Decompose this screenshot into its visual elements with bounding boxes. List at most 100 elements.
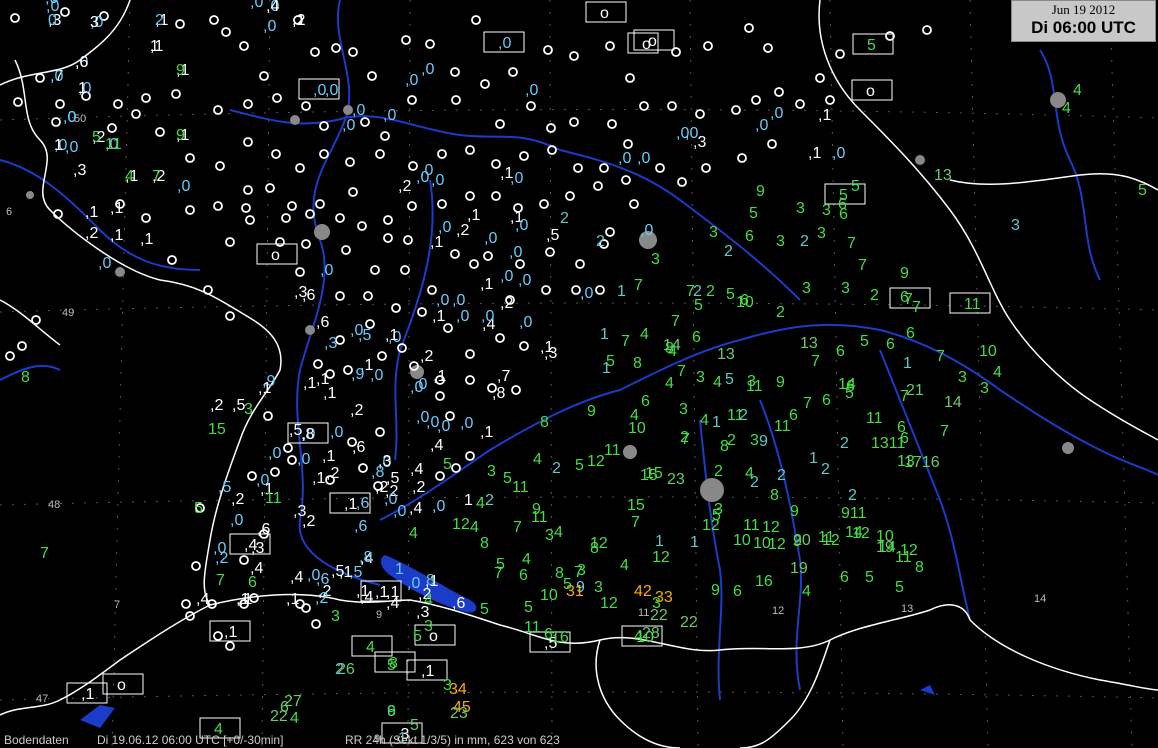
station-value: 19 — [876, 539, 894, 556]
city-5 — [915, 155, 925, 165]
station-value: 4 — [125, 168, 134, 185]
station-value: 6 — [733, 583, 742, 600]
station-value: 11 — [866, 410, 883, 427]
station-value: 5 — [860, 333, 869, 350]
station-value: 4 — [533, 451, 542, 468]
lat-label-47: 47 — [36, 693, 48, 705]
station-value: ,0 — [65, 139, 78, 156]
station-value: 7 — [803, 395, 812, 412]
station-value: 3 — [545, 527, 554, 544]
station-value: ,1 — [312, 470, 325, 487]
station-value: ,0 — [518, 272, 531, 289]
station-value: ,0 — [420, 162, 433, 179]
station-value: 11 — [265, 490, 282, 507]
station-value: 1 — [78, 80, 87, 97]
station-value: ,1 — [239, 591, 252, 608]
station-value: 3 — [1011, 217, 1020, 234]
station-value: 8 — [540, 414, 549, 431]
station-value: ,2 — [315, 590, 328, 607]
station-value: 9 — [759, 433, 768, 450]
station-value: 6 — [840, 569, 849, 586]
station-value: ,9 — [262, 373, 275, 390]
station-value: 1716 — [904, 454, 940, 471]
small-label: 13 — [901, 603, 913, 615]
station-value: 23 — [667, 471, 685, 488]
station-value: 1 — [54, 137, 63, 154]
station-value: 4 — [522, 551, 531, 568]
station-value: ,0 — [297, 451, 310, 468]
station-value: 2 — [596, 233, 605, 250]
small-label: 6 — [6, 206, 12, 218]
station-value: 4 — [620, 557, 629, 574]
station-value: ,2 — [500, 295, 513, 312]
station-value: 9 — [711, 582, 720, 599]
city-munich — [700, 478, 724, 502]
station-value: 9 — [790, 503, 799, 520]
status-parameter: RR 24h (Sekt 1/3/5) in mm, 623 von 623 — [345, 733, 560, 747]
station-value: ,0 — [515, 217, 528, 234]
city-frankfurt — [314, 224, 330, 240]
small-label: 9 — [376, 609, 382, 621]
station-value: ,0 — [640, 222, 653, 239]
station-value: 5 — [443, 456, 452, 473]
station-value: ,0 — [510, 170, 523, 187]
station-value: 5 — [606, 353, 615, 370]
station-value: 2 — [552, 460, 561, 477]
station-value: 3 — [796, 200, 805, 217]
station-value: 4 — [1062, 100, 1071, 117]
station-value: 2 — [848, 487, 857, 504]
station-value: 7 — [152, 168, 161, 185]
station-value: ,2 — [85, 225, 98, 242]
station-value: 7 — [216, 572, 225, 589]
station-value: 15 — [208, 421, 226, 438]
station-value: 1 — [690, 534, 699, 551]
station-value: 5 — [575, 457, 584, 474]
station-value: ,1 — [480, 424, 493, 441]
station-value: 3 — [776, 233, 785, 250]
station-value: ,8 — [359, 549, 372, 566]
station-value: 3 — [958, 369, 967, 386]
station-value: 6 — [886, 336, 895, 353]
station-value: 2 — [870, 287, 879, 304]
station-value: ,2 — [210, 397, 223, 414]
station-value: 11 — [512, 479, 529, 496]
station-value: 5 — [726, 286, 735, 303]
station-value: ,1 — [286, 591, 299, 608]
station-value: ,2 — [398, 178, 411, 195]
station-value: 8 — [480, 535, 489, 552]
station-value: 4 — [665, 375, 674, 392]
boxed-station-value: 4 — [366, 639, 375, 656]
station-value: 3 — [817, 225, 826, 242]
station-value: 3 — [709, 224, 718, 241]
boxed-station-value: o — [866, 83, 875, 100]
station-value: ,0 — [342, 117, 355, 134]
station-value: ,0 — [50, 68, 63, 85]
station-value: 12 — [822, 532, 840, 549]
station-value: 6 — [897, 419, 906, 436]
station-value: ,0 — [637, 150, 650, 167]
city-3 — [115, 267, 125, 277]
station-value: 12 — [452, 516, 470, 533]
station-value: ,4 — [409, 500, 422, 517]
station-value: ,0 — [460, 415, 473, 432]
station-value: 3 — [822, 202, 831, 219]
station-value: 9 — [387, 703, 396, 720]
station-value: ,5 — [546, 227, 559, 244]
station-value: 16 — [755, 573, 773, 590]
station-value: ,0 — [755, 117, 768, 134]
station-value: 2 — [714, 463, 723, 480]
station-value: 2 — [821, 461, 830, 478]
station-value: 1 — [655, 533, 664, 550]
station-value: ,1 — [433, 368, 446, 385]
station-value: 10 — [540, 587, 558, 604]
status-valid-time: Di 19.06.12 06:00 UTC [+0/-30min] — [97, 733, 284, 747]
station-value: 1 — [903, 355, 912, 372]
station-value: 5 — [496, 556, 505, 573]
station-value: 2 — [155, 12, 164, 29]
station-value: 12 — [600, 595, 618, 612]
station-value: ,6 — [356, 495, 369, 512]
station-value: ,0 — [407, 575, 420, 592]
station-value: ,6 — [75, 54, 88, 71]
station-value: ,3 — [251, 540, 264, 557]
station-value: 7 — [621, 333, 630, 350]
